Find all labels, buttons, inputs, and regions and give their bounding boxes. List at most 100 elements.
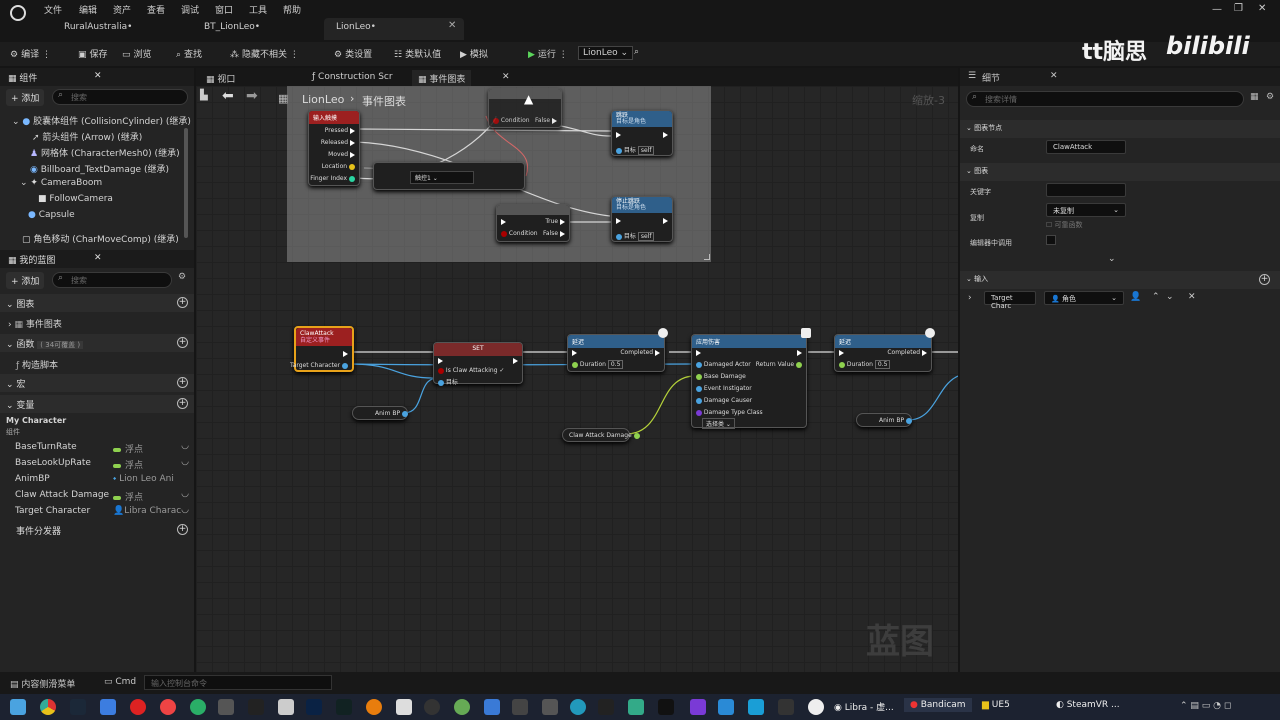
debug-search-icon[interactable]: ⌕ (634, 47, 639, 57)
inkscape-icon[interactable] (396, 699, 412, 715)
audition-icon[interactable] (336, 699, 352, 715)
tab-construction-script[interactable]: ƒ Construction Scr (306, 70, 399, 86)
cmd-button[interactable]: ▭ Cmd (104, 677, 136, 687)
task-bandicam[interactable]: ● Bandicam (904, 698, 972, 712)
menu-debug[interactable]: 调试 (181, 3, 199, 16)
paint-icon[interactable] (278, 699, 294, 715)
var-category[interactable]: My Character (6, 416, 66, 425)
section-graph-node[interactable]: ⌄ 图表节点 (960, 120, 1280, 138)
menu-window[interactable]: 窗口 (215, 3, 233, 16)
back-arrow-icon[interactable]: ⬅ (222, 88, 234, 104)
menu-file[interactable]: 文件 (44, 3, 62, 16)
node-get-anim-bp[interactable]: Anim BP (352, 406, 408, 420)
epic-games-icon[interactable] (778, 699, 794, 715)
node-set[interactable]: SET Is Claw Attacking ✓ 目标 (433, 342, 523, 386)
component-billboard[interactable]: ◉ Billboard_TextDamage (继承) (30, 162, 169, 175)
class-settings-button[interactable]: ⚙ 类设置 (334, 47, 372, 60)
settings-gear-icon[interactable]: ⚙ (1266, 92, 1274, 102)
debug-object-select[interactable]: LionLeo ⌄ (578, 46, 634, 60)
terminal-icon[interactable] (658, 699, 674, 715)
add-graph-icon[interactable]: + (177, 297, 188, 308)
tab-event-graph[interactable]: ▦ 事件图表 (412, 70, 472, 86)
node-select[interactable]: 触控1 ⌄ (373, 162, 525, 190)
maximize-icon[interactable]: ❐ (1234, 3, 1243, 14)
name-input[interactable]: ClawAttack (1046, 140, 1126, 154)
section-event-dispatchers[interactable]: 事件分发器 + (0, 521, 194, 539)
menu-view[interactable]: 查看 (147, 3, 165, 16)
node-delay-1[interactable]: 延迟 Completed Duration 0.5 (567, 334, 665, 372)
expand-arrow-icon[interactable]: › (968, 293, 972, 303)
variable-row[interactable]: BaseLookUpRate 浮点 ◡ (0, 456, 194, 472)
input-name-field[interactable]: Target Charc (984, 291, 1036, 310)
close-panel-icon[interactable]: ✕ (94, 71, 102, 81)
tab-bt-lionleo[interactable]: BT_LionLeo• (192, 18, 324, 40)
details-search-input[interactable]: 搜索详情 (966, 91, 1244, 107)
settings-gear-icon[interactable]: ⚙ (178, 272, 186, 282)
live-icon[interactable] (248, 699, 264, 715)
node-delay-2[interactable]: 延迟 Completed Duration 0.5 (834, 334, 932, 372)
item-construction-script[interactable]: ƒ 构造脚本 (16, 358, 58, 371)
node-branch-mid[interactable]: True Condition False (496, 204, 570, 242)
close-panel-icon[interactable]: ✕ (1050, 71, 1058, 81)
add-component-button[interactable]: + 添加 (6, 89, 45, 106)
chrome-icon[interactable] (40, 699, 56, 715)
breadcrumb-root[interactable]: LionLeo (302, 93, 344, 106)
eye-icon[interactable]: ◡ (181, 441, 189, 451)
close-panel-icon[interactable]: ✕ (94, 253, 102, 263)
cloud-icon[interactable] (484, 699, 500, 715)
components-scrollbar[interactable] (184, 128, 188, 238)
git-icon[interactable] (542, 699, 558, 715)
variable-row[interactable]: BaseTurnRate 浮点 ◡ (0, 440, 194, 456)
component-followcamera[interactable]: ■ FollowCamera (38, 194, 113, 204)
component-cameraboom[interactable]: ⌄ ✦ CameraBoom (20, 178, 102, 188)
app3-icon[interactable] (748, 699, 764, 715)
unreal-logo-icon[interactable] (10, 5, 26, 21)
component-search-input[interactable]: 搜索 (52, 89, 188, 105)
eye-icon[interactable]: ◡ (181, 505, 189, 515)
variable-row[interactable]: AnimBP ⬩ Lion Leo Ani (0, 472, 194, 488)
node-get-claw-attack-damage[interactable]: Claw Attack Damage (562, 428, 640, 442)
vscode-icon[interactable] (718, 699, 734, 715)
close-tab-icon[interactable]: ✕ (496, 70, 516, 86)
add-function-icon[interactable]: + (177, 337, 188, 348)
forward-arrow-icon[interactable]: ➡ (246, 88, 258, 104)
wechat-icon[interactable] (190, 699, 206, 715)
menu-help[interactable]: 帮助 (283, 3, 301, 16)
reliable-checkbox[interactable]: ☐ 可靠函数 (1046, 220, 1083, 230)
task-steamvr[interactable]: ◐ SteamVR ... (1056, 700, 1120, 710)
tab-lionleo[interactable]: LionLeo• (324, 18, 464, 40)
move-up-icon[interactable]: ⌃ (1152, 292, 1160, 302)
expand-chevron-icon[interactable]: ⌄ (1108, 254, 1116, 264)
call-in-editor-checkbox[interactable] (1046, 235, 1056, 245)
move-down-icon[interactable]: ⌄ (1166, 292, 1174, 302)
compile-button[interactable]: ⚙ 编译 ⋮ (10, 47, 51, 60)
blender-icon[interactable] (366, 699, 382, 715)
component-capsule[interactable]: ● Capsule (28, 210, 75, 220)
system-tray[interactable]: ⌃ ▤ ▭ ◔ ◻ (1180, 701, 1231, 711)
close-tab-icon[interactable]: ✕ (448, 20, 456, 31)
variable-row[interactable]: Claw Attack Damage 浮点 ◡ (0, 488, 194, 504)
node-input-touch[interactable]: 输入触摸 Pressed Released Moved Location Fin… (308, 110, 360, 186)
obs-icon[interactable] (424, 699, 440, 715)
node-stop-jumping[interactable]: 停止跳跃 目标是角色 目标 self (611, 196, 673, 242)
input-type-select[interactable]: 👤 角色 ⌄ (1044, 291, 1124, 305)
component-mesh[interactable]: ♟ 网格体 (CharacterMesh0) (继承) (30, 146, 180, 159)
resize-handle-icon[interactable] (704, 254, 710, 260)
add-macro-icon[interactable]: + (177, 377, 188, 388)
item-event-graph[interactable]: › ▦ 事件图表 (8, 317, 62, 330)
component-capsule-collision[interactable]: ⌄ ● 胶囊体组件 (CollisionCylinder) (继承) (12, 114, 191, 127)
keyword-input[interactable] (1046, 183, 1126, 197)
section-graph[interactable]: ⌄ 图表 (960, 163, 1280, 181)
task-libra[interactable]: ◉ Libra - 虚... (834, 700, 894, 713)
add-member-button[interactable]: + 添加 (6, 272, 45, 289)
menu-tools[interactable]: 工具 (249, 3, 267, 16)
simulate-button[interactable]: ▶ 模拟 (460, 47, 488, 60)
tool-icon[interactable] (512, 699, 528, 715)
node-get-anim-bp-2[interactable]: Anim BP (856, 413, 912, 427)
class-defaults-button[interactable]: ☷ 类默认值 (394, 47, 441, 60)
menu-edit[interactable]: 编辑 (79, 3, 97, 16)
hide-unrelated-button[interactable]: ⁂ 隐藏不相关 ⋮ (230, 47, 299, 60)
browse-button[interactable]: ▭ 浏览 (122, 47, 152, 60)
add-input-icon[interactable]: + (1259, 274, 1270, 285)
record-icon[interactable] (160, 699, 176, 715)
